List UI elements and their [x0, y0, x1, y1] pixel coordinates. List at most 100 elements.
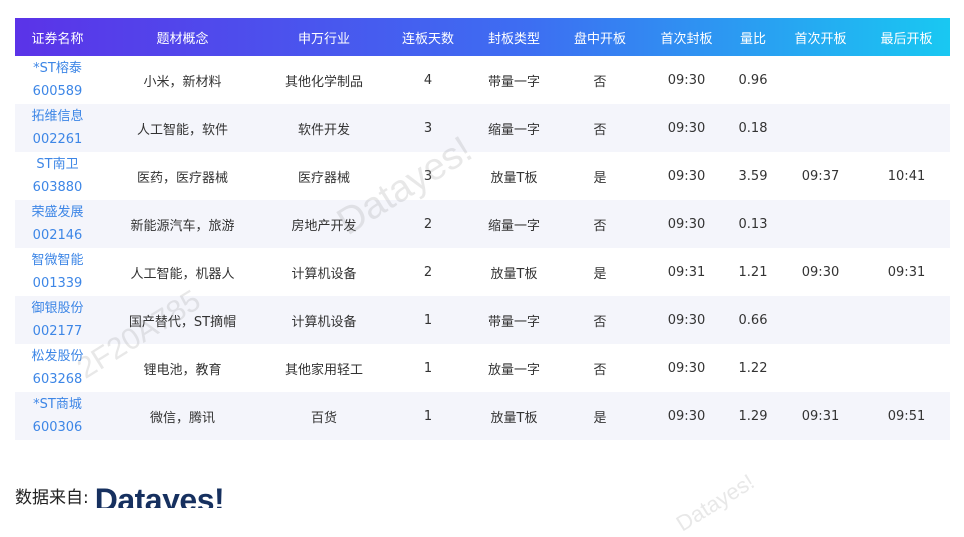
opened-cell: 否	[593, 74, 607, 90]
opened-cell: 否	[593, 314, 607, 330]
limit-days-cell: 1	[423, 312, 433, 328]
opened-cell: 否	[593, 362, 607, 378]
limit-days-cell: 2	[423, 264, 433, 280]
seal-type-cell: 带量一字	[487, 74, 540, 90]
first-seal-cell: 09:30	[667, 360, 706, 376]
table-row: 松发股份 603268 锂电池，教育 其他家用轻工 1 放量一字 否 09:30 1.22	[15, 344, 950, 392]
table-body: *ST榕泰 600589 小米，新材料 其他化学制品 4 带量一字否 09:30 0.96 拓维…	[15, 56, 950, 440]
last-open-cell: 10:41	[887, 168, 926, 184]
opened-cell: 是	[593, 410, 607, 426]
stock-cell: *ST榕泰 600589	[15, 56, 100, 104]
datayes-logo: Datayes!	[94, 486, 225, 508]
source-label: 数据来自:	[15, 488, 89, 508]
column-header[interactable]: 首次封板	[645, 18, 728, 56]
stock-code-link[interactable]: 603268	[15, 368, 100, 391]
industry-cell: 其他化学制品	[284, 74, 363, 90]
column-header[interactable]: 证券名称	[15, 18, 100, 56]
limit-days-cell: 1	[423, 408, 433, 424]
stock-name-link[interactable]: 智微智能	[15, 249, 100, 272]
watermark-text: Datayes!	[671, 468, 759, 537]
column-header[interactable]: 申万行业	[265, 18, 383, 56]
volume-ratio-cell: 0.13	[738, 216, 768, 232]
limit-days-cell: 1	[423, 360, 433, 376]
industry-cell: 软件开发	[297, 122, 350, 138]
table-row: 智微智能 001339 人工智能，机器人 计算机设备 2 放量T板 是 09:31 1.21 09…	[15, 248, 950, 296]
concept-cell: 医药，医疗器械	[136, 170, 228, 186]
table-row: ST南卫 603880 医药，医疗器械 医疗器械 3 放量T板 是 09:30 3.59 09:3…	[15, 152, 950, 200]
seal-type-cell: 放量T板	[490, 410, 538, 426]
stock-code-link[interactable]: 600589	[15, 80, 100, 103]
column-header[interactable]: 连板天数	[383, 18, 473, 56]
industry-cell: 计算机设备	[291, 314, 357, 330]
concept-cell: 微信，腾讯	[149, 410, 215, 426]
column-header[interactable]: 最后开板	[863, 18, 950, 56]
volume-ratio-cell: 0.18	[738, 120, 768, 136]
last-open-cell	[863, 56, 950, 104]
seal-type-cell: 缩量一字	[487, 218, 540, 234]
seal-type-cell: 带量一字	[487, 314, 540, 330]
last-open-cell	[863, 296, 950, 344]
seal-type-cell: 放量T板	[490, 170, 538, 186]
first-seal-cell: 09:30	[667, 168, 706, 184]
limit-days-cell: 3	[423, 120, 433, 136]
concept-cell: 小米，新材料	[143, 74, 222, 90]
opened-cell: 否	[593, 218, 607, 234]
volume-ratio-cell: 3.59	[738, 168, 768, 184]
volume-ratio-cell: 1.22	[738, 360, 768, 376]
stock-name-link[interactable]: 荣盛发展	[15, 201, 100, 224]
table-row: *ST榕泰 600589 小米，新材料 其他化学制品 4 带量一字 否 09:30 0.96	[15, 56, 950, 104]
stock-cell: 智微智能 001339	[15, 248, 100, 296]
seal-type-cell: 缩量一字	[487, 122, 540, 138]
stock-cell: *ST商城 600306	[15, 392, 100, 440]
last-open-cell	[863, 344, 950, 392]
stock-cell: 荣盛发展 002146	[15, 200, 100, 248]
industry-cell: 其他家用轻工	[284, 362, 363, 378]
first-open-cell	[778, 104, 863, 152]
first-open-cell: 09:37	[801, 168, 840, 184]
volume-ratio-cell: 1.29	[738, 408, 768, 424]
stock-code-link[interactable]: 002177	[15, 320, 100, 343]
column-header[interactable]: 量比	[728, 18, 778, 56]
stock-code-link[interactable]: 002261	[15, 128, 100, 151]
stock-name-link[interactable]: 御银股份	[15, 297, 100, 320]
limit-up-table: 证券名称 题材概念 申万行业 连板天数 封板类型 盘中开板 首次封板 量比 首次开板 最后开板 *…	[15, 18, 950, 440]
column-header[interactable]: 封板类型	[473, 18, 555, 56]
volume-ratio-cell: 0.96	[738, 72, 768, 88]
industry-cell: 房地产开发	[291, 218, 357, 234]
last-open-cell: 09:31	[887, 264, 926, 280]
first-open-cell	[778, 200, 863, 248]
column-header[interactable]: 题材概念	[100, 18, 265, 56]
first-seal-cell: 09:30	[667, 216, 706, 232]
column-header[interactable]: 首次开板	[778, 18, 863, 56]
limit-days-cell: 3	[423, 168, 433, 184]
column-header[interactable]: 盘中开板	[555, 18, 645, 56]
last-open-cell	[863, 104, 950, 152]
stock-cell: 御银股份 002177	[15, 296, 100, 344]
volume-ratio-cell: 0.66	[738, 312, 768, 328]
concept-cell: 锂电池，教育	[143, 362, 222, 378]
industry-cell: 百货	[310, 410, 337, 426]
concept-cell: 国产替代，ST摘帽	[128, 314, 237, 330]
industry-cell: 医疗器械	[297, 170, 350, 186]
opened-cell: 是	[593, 170, 607, 186]
table-row: *ST商城 600306 微信，腾讯 百货 1 放量T板 是 09:30 1.29 09:31 09…	[15, 392, 950, 440]
first-seal-cell: 09:30	[667, 408, 706, 424]
last-open-cell: 09:51	[887, 408, 926, 424]
stock-code-link[interactable]: 600306	[15, 416, 100, 439]
stock-name-link[interactable]: *ST榕泰	[15, 57, 100, 80]
volume-ratio-cell: 1.21	[738, 264, 768, 280]
concept-cell: 人工智能，机器人	[130, 266, 235, 282]
stock-code-link[interactable]: 002146	[15, 224, 100, 247]
stock-cell: ST南卫 603880	[15, 152, 100, 200]
stock-name-link[interactable]: ST南卫	[15, 153, 100, 176]
table-header-row: 证券名称 题材概念 申万行业 连板天数 封板类型 盘中开板 首次封板 量比 首次开板 最后开板	[15, 18, 950, 56]
limit-days-cell: 4	[423, 72, 433, 88]
stock-name-link[interactable]: *ST商城	[15, 393, 100, 416]
stock-cell: 拓维信息 002261	[15, 104, 100, 152]
first-open-cell	[778, 56, 863, 104]
stock-code-link[interactable]: 603880	[15, 176, 100, 199]
stock-name-link[interactable]: 松发股份	[15, 345, 100, 368]
stock-name-link[interactable]: 拓维信息	[15, 105, 100, 128]
stock-code-link[interactable]: 001339	[15, 272, 100, 295]
limit-up-table-container: 证券名称 题材概念 申万行业 连板天数 封板类型 盘中开板 首次封板 量比 首次开板 最后开板 *…	[15, 18, 950, 440]
